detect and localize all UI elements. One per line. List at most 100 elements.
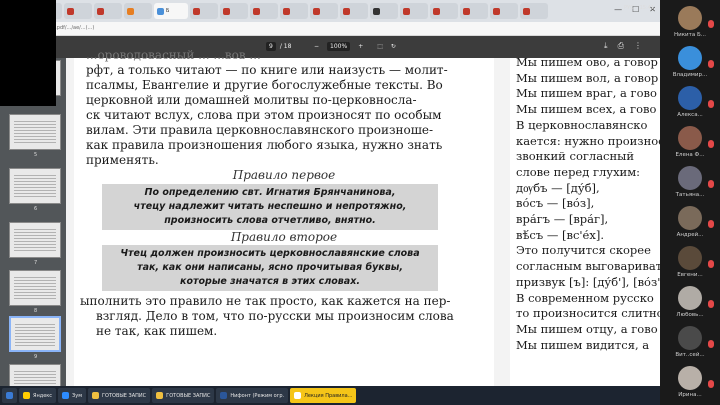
taskbar-item[interactable]: Лекция Правила...: [290, 388, 357, 403]
pdf-actions: ⤓ ⎙ ⋮: [604, 41, 642, 51]
tab-favicon-icon: [97, 7, 104, 15]
browser-tab[interactable]: [370, 3, 398, 19]
browser-tab[interactable]: [250, 3, 278, 19]
browser-tab[interactable]: [124, 3, 152, 19]
fit-page-icon[interactable]: ⬚: [377, 43, 383, 50]
taskbar-item[interactable]: ГОТОВЫЕ ЗАПИС: [87, 388, 151, 403]
participant-name: Татьяна...: [675, 192, 705, 198]
zoom-in-icon[interactable]: +: [358, 43, 363, 50]
text-line: слове перед глухим:: [516, 164, 641, 179]
muted-mic-icon: [708, 140, 714, 148]
taskbar-item-label: Лекция Правила...: [304, 392, 353, 399]
page-thumbnail-active[interactable]: [9, 316, 61, 352]
text-line: ...ороводовасный ... ...вов ...: [86, 48, 261, 62]
system-tray: РУС 15:41: [624, 5, 654, 11]
page-thumbnail[interactable]: [9, 114, 61, 150]
browser-tab[interactable]: [490, 3, 518, 19]
download-icon[interactable]: ⤓: [604, 41, 608, 51]
page-thumbnail[interactable]: [9, 222, 61, 258]
tab-favicon-icon: [283, 7, 290, 15]
participant-name: Елена Ф...: [675, 152, 705, 158]
participant-tile[interactable]: Татьяна...: [664, 164, 716, 200]
participant-name: Вит..сей...: [675, 352, 705, 358]
text-line: Это получится скорее: [516, 243, 651, 258]
text-line: рфт, а только читают — по книге или наиз…: [86, 63, 448, 77]
windows-taskbar: Яндекс Зум ГОТОВЫЕ ЗАПИС ГОТОВЫЕ ЗАПИС Нифон…: [0, 386, 660, 405]
muted-mic-icon: [708, 20, 714, 28]
participant-tile[interactable]: Ирина...: [664, 364, 716, 400]
text-line: ыполнить это правило не так просто, как …: [80, 294, 451, 308]
language-indicator[interactable]: РУС: [624, 5, 634, 11]
text-line: то произносится слитно: [516, 306, 660, 321]
muted-mic-icon: [708, 180, 714, 188]
browser-tab[interactable]: [310, 3, 338, 19]
rotate-icon[interactable]: ↻: [391, 43, 396, 50]
tab-favicon-icon: [493, 7, 500, 15]
participant-tile[interactable]: Владимир...: [664, 44, 716, 80]
browser-tab[interactable]: [520, 3, 548, 19]
page-thumbnail[interactable]: [9, 270, 61, 306]
thumbnail-sidebar: 5 6 7 8 9: [0, 58, 66, 400]
clock[interactable]: 15:41: [640, 5, 654, 11]
participant-tile[interactable]: Евгени...: [664, 244, 716, 280]
page-number-input[interactable]: 9: [266, 42, 276, 51]
text-line: В современном русско: [516, 290, 654, 305]
text-line: применять.: [86, 153, 159, 167]
minimize-icon[interactable]: —: [614, 5, 622, 14]
print-icon[interactable]: ⎙: [618, 41, 624, 51]
taskbar-item[interactable]: ГОТОВЫЕ ЗАПИС: [152, 388, 215, 403]
page-thumbnail[interactable]: [9, 168, 61, 204]
browser-tab[interactable]: [340, 3, 368, 19]
tab-title: Б: [166, 8, 170, 14]
taskbar-item[interactable]: Яндекс: [19, 388, 57, 403]
participant-tile[interactable]: Никита Б...: [664, 4, 716, 40]
participant-tile[interactable]: Вит..сей...: [664, 324, 716, 360]
tab-favicon-icon: [67, 7, 74, 15]
app-icon: [294, 392, 302, 399]
participant-tile[interactable]: Любовь...: [664, 284, 716, 320]
thumbnail-number: 6: [34, 206, 38, 212]
participant-tile[interactable]: Елена Ф...: [664, 124, 716, 160]
text-line: церковной или домашней молитвы по-церков…: [86, 93, 417, 107]
zoom-out-icon[interactable]: −: [314, 43, 319, 50]
tab-favicon-icon: [193, 7, 200, 15]
windows-icon: [6, 392, 13, 399]
avatar: [678, 326, 702, 350]
browser-tab[interactable]: [190, 3, 218, 19]
participant-name: Никита Б...: [674, 32, 706, 38]
muted-mic-icon: [708, 220, 714, 228]
thumbnail-number: 8: [34, 308, 38, 314]
rule-line: По определению свт. Игнатия Брянчанинова…: [144, 187, 396, 198]
zoom-level[interactable]: 100%: [327, 42, 351, 51]
text-line: вра́гъ — [вра́г],: [516, 212, 609, 226]
taskbar-item-label: ГОТОВЫЕ ЗАПИС: [166, 392, 211, 399]
participant-tile[interactable]: Алекса...: [664, 84, 716, 120]
muted-mic-icon: [708, 380, 714, 388]
muted-mic-icon: [708, 260, 714, 268]
document-view[interactable]: ...ороводовасный ... ...вов ... рфт, а т…: [66, 48, 660, 386]
taskbar-item[interactable]: Нифонт (Режим огр.: [216, 388, 289, 403]
rule-line: произносить слова отчетливо, внятно.: [164, 215, 376, 226]
page-total: / 18: [279, 43, 292, 50]
participant-tile[interactable]: Андрей...: [664, 204, 716, 240]
address-bar[interactable]: ...pdf/.../ae/...(...): [0, 22, 660, 36]
browser-tab[interactable]: Б: [154, 3, 188, 19]
text-line: В церковнославянско: [516, 117, 648, 132]
browser-tab[interactable]: [400, 3, 428, 19]
browser-tab[interactable]: [94, 3, 122, 19]
text-line: вѣ́съ — [вс'е́х].: [516, 227, 604, 242]
taskbar-item[interactable]: Зум: [58, 388, 86, 403]
browser-tab[interactable]: [220, 3, 248, 19]
participant-name: Алекса...: [677, 112, 703, 118]
more-options-icon[interactable]: ⋮: [634, 41, 642, 51]
browser-tab[interactable]: [64, 3, 92, 19]
avatar: [678, 166, 702, 190]
thumbnail-number: 9: [34, 354, 38, 360]
start-button[interactable]: [2, 388, 17, 403]
participant-name: Любовь...: [676, 312, 704, 318]
browser-tab[interactable]: [280, 3, 308, 19]
browser-tab[interactable]: [430, 3, 458, 19]
browser-tab[interactable]: [460, 3, 488, 19]
thumbnail-number: 7: [34, 260, 38, 266]
tab-favicon-icon: [127, 7, 134, 15]
